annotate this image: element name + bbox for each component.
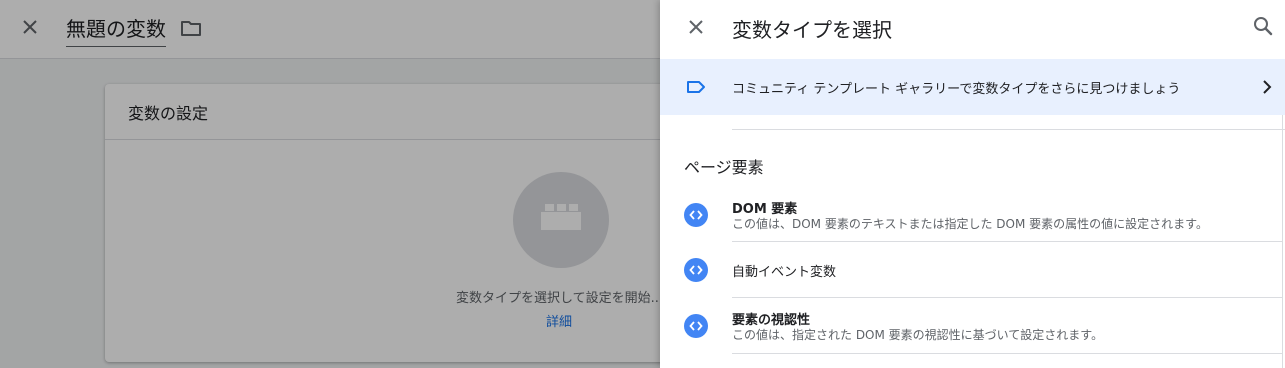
community-gallery-banner[interactable]: コミュニティ テンプレート ギャラリーで変数タイプをさらに見つけましょう — [660, 59, 1285, 115]
panel-title: 変数タイプを選択 — [732, 18, 892, 42]
banner-text: コミュニティ テンプレート ギャラリーで変数タイプをさらに見つけましょう — [732, 82, 1181, 97]
variable-type-element-visibility[interactable]: 要素の視認性 この値は、指定された DOM 要素の視認性に基づいて設定されます。 — [660, 298, 1282, 354]
variable-type-description: この値は、DOM 要素のテキストまたは指定した DOM 要素の属性の値に設定され… — [732, 217, 1208, 231]
list-divider — [732, 129, 1285, 130]
variable-type-dom-element[interactable]: DOM 要素 この値は、DOM 要素のテキストまたは指定した DOM 要素の属性… — [660, 186, 1282, 242]
panel-header: 変数タイプを選択 — [660, 0, 1285, 58]
item-divider — [732, 353, 1282, 354]
close-icon[interactable] — [684, 15, 708, 39]
code-brackets-icon — [684, 314, 708, 338]
scroll-edge — [1282, 115, 1283, 368]
code-brackets-icon — [684, 258, 708, 282]
search-icon[interactable] — [1251, 14, 1275, 38]
variable-type-name: 自動イベント変数 — [732, 265, 837, 280]
section-title-page-elements: ページ要素 — [684, 158, 764, 177]
code-brackets-icon — [684, 203, 708, 227]
variable-type-auto-event[interactable]: 自動イベント変数 — [660, 242, 1282, 298]
chevron-right-icon — [1255, 75, 1279, 99]
variable-type-panel: 変数タイプを選択 コミュニティ テンプレート ギャラリーで変数タイプをさらに見つ… — [660, 0, 1285, 368]
label-tag-icon — [684, 75, 708, 99]
variable-type-description: この値は、指定された DOM 要素の視認性に基づいて設定されます。 — [732, 328, 1104, 342]
